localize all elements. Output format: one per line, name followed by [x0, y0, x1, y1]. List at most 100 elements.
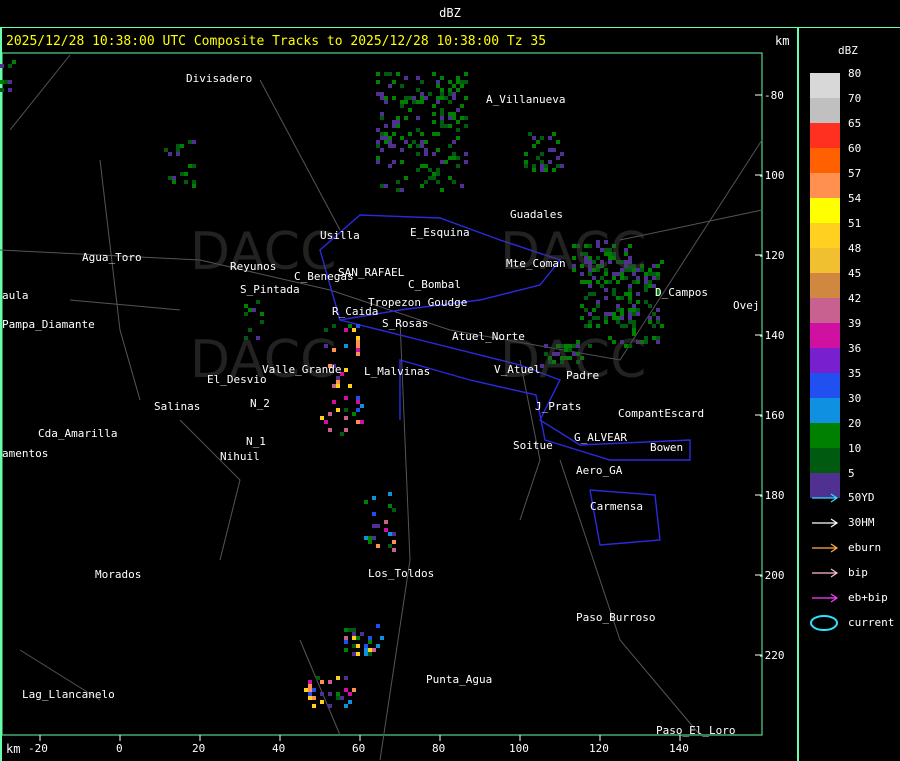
legend-level-label: 20 — [848, 417, 862, 430]
map-title: 2025/12/28 10:38:00 UTC Composite Tracks… — [6, 34, 547, 49]
track-label: current — [848, 616, 895, 629]
legend-swatch — [810, 73, 840, 98]
legend-swatch — [810, 98, 840, 123]
place-label: Bowen — [650, 441, 684, 454]
legend-level-label: 35 — [848, 367, 862, 380]
x-tick-label: 60 — [352, 742, 366, 755]
track-label: bip — [848, 566, 868, 579]
legend-swatch — [810, 323, 840, 348]
legend-swatch — [810, 273, 840, 298]
watermark-2: DACC — [500, 222, 647, 282]
x-tick-label: 20 — [192, 742, 206, 755]
y-tick-label: -180 — [758, 489, 785, 502]
place-label: Los_Toldos — [368, 567, 435, 580]
legend-level-label: 51 — [848, 217, 862, 230]
track-arrow-icon — [812, 518, 839, 528]
track-arrow-icon — [812, 593, 839, 603]
place-label: Nihuil — [220, 450, 260, 463]
x-tick-label: 140 — [669, 742, 689, 755]
place-label: Tropezon Goudge — [368, 296, 468, 309]
legend-level-label: 10 — [848, 442, 862, 455]
place-label: D_Campos — [655, 286, 708, 299]
place-label: S_Pintada — [240, 283, 300, 296]
place-label: Usilla — [320, 229, 360, 242]
place-label: L_Malvinas — [364, 365, 431, 378]
y-tick-label: -220 — [758, 649, 785, 662]
y-tick-label: -140 — [758, 329, 785, 342]
legend-colorbar — [810, 73, 840, 498]
legend-level-label: 54 — [848, 192, 862, 205]
place-label: Paso_El_Loro — [656, 724, 736, 737]
map-frame — [1, 52, 763, 736]
place-label: El_Desvio — [207, 373, 267, 386]
place-label: Valle_Grande — [262, 363, 342, 376]
y-tick-label: -100 — [758, 169, 785, 182]
legend-level-label: 80 — [848, 67, 862, 80]
place-label: Guadales — [510, 208, 563, 221]
legend-swatch — [810, 223, 840, 248]
legend-swatch — [810, 448, 840, 473]
place-label: N_1 — [246, 435, 266, 448]
place-label: J_Prats — [535, 400, 582, 413]
x-tick-label: -20 — [28, 742, 48, 755]
x-tick-label: 0 — [116, 742, 123, 755]
legend-swatch — [810, 348, 840, 373]
place-label: SAN_RAFAEL — [338, 266, 405, 279]
legend-level-label: 30 — [848, 392, 862, 405]
km-label-top: km — [775, 34, 790, 48]
track-arrow-icon — [812, 543, 839, 553]
legend-swatch — [810, 423, 840, 448]
track-arrow-icon — [812, 568, 839, 578]
km-label-bottom: km — [6, 742, 21, 756]
place-label: Lag_Llancanelo — [22, 688, 115, 701]
y-tick-label: -200 — [758, 569, 785, 582]
place-label: Salinas — [154, 400, 201, 413]
x-tick-label: 40 — [272, 742, 286, 755]
legend-swatch — [810, 373, 840, 398]
track-label: eb+bip — [848, 591, 888, 604]
legend-level-label: 70 — [848, 92, 862, 105]
place-label: Soitue — [513, 439, 553, 452]
track-label: 30HM — [848, 516, 875, 529]
place-label: Divisadero — [186, 72, 253, 85]
legend-swatch — [810, 398, 840, 423]
place-label: Padre — [566, 369, 600, 382]
right-frame — [797, 28, 799, 761]
y-tick-label: -120 — [758, 249, 785, 262]
legend-title: dBZ — [838, 44, 858, 57]
place-label: Atuel_Norte — [452, 330, 525, 343]
place-label: A_Villanueva — [486, 93, 566, 106]
y-tick-label: -160 — [758, 409, 785, 422]
legend-swatch — [810, 248, 840, 273]
track-arrow-icon — [812, 493, 839, 503]
place-label: Agua_Toro — [82, 251, 142, 264]
place-label: Morados — [95, 568, 142, 581]
track-arrow-icon — [810, 615, 838, 631]
track-label: 50YD — [848, 491, 875, 504]
place-label: CompantEscard — [618, 407, 705, 420]
place-label: E_Esquina — [410, 226, 470, 239]
place-label: G_ALVEAR — [574, 431, 627, 444]
legend-level-label: 45 — [848, 267, 862, 280]
legend-swatch — [810, 173, 840, 198]
legend-swatch — [810, 148, 840, 173]
x-tick-label: 80 — [432, 742, 446, 755]
y-tick-label: -80 — [764, 89, 784, 102]
legend-swatch — [810, 298, 840, 323]
place-label: C_Bombal — [408, 278, 461, 291]
legend-level-label: 5 — [848, 467, 855, 480]
legend-level-label: 36 — [848, 342, 862, 355]
legend-swatch — [810, 123, 840, 148]
place-label: Carmensa — [590, 500, 643, 513]
legend-level-label: 57 — [848, 167, 862, 180]
track-label: eburn — [848, 541, 882, 554]
place-label: Ovej — [733, 299, 760, 312]
place-label: Punta_Agua — [426, 673, 493, 686]
place-label: Mte_Coman — [506, 257, 566, 270]
radar-map[interactable] — [0, 0, 797, 761]
place-label: N_2 — [250, 397, 270, 410]
place-label: S_Rosas — [382, 317, 429, 330]
legend-level-label: 60 — [848, 142, 862, 155]
place-label: amentos — [2, 447, 49, 460]
x-tick-label: 100 — [509, 742, 529, 755]
